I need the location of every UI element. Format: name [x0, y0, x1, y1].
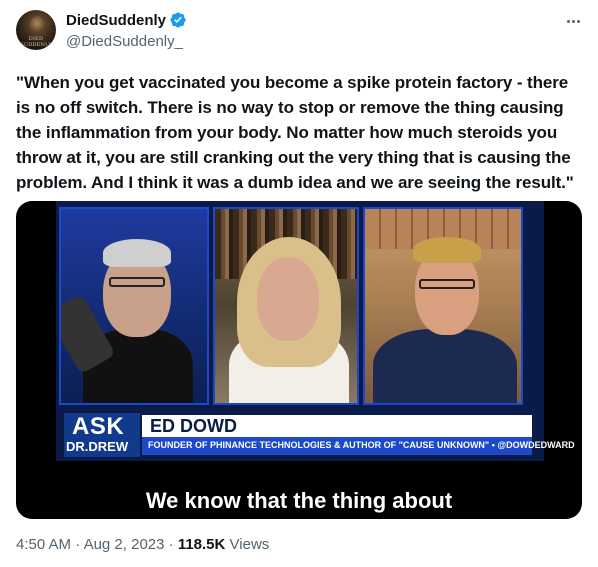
- video-frame: ASK DR.DREW ED DOWD FOUNDER OF PHINANCE …: [56, 201, 575, 461]
- tweet-card: DIED SUDDENLY DiedSuddenly @DiedSuddenly…: [0, 0, 598, 567]
- avatar-figure: [30, 16, 44, 34]
- show-logo-top: ASK: [72, 413, 125, 440]
- avatar-text: DIED SUDDENLY: [20, 36, 52, 48]
- more-options-icon[interactable]: [562, 10, 584, 32]
- views-label: Views: [229, 536, 270, 553]
- meta-separator: ·: [75, 536, 81, 553]
- tweet-text: "When you get vaccinated you become a sp…: [16, 73, 574, 192]
- lower-third-banner: ASK DR.DREW ED DOWD FOUNDER OF PHINANCE …: [56, 409, 575, 461]
- guest-name-bar: ED DOWD: [142, 415, 532, 437]
- tweet-time[interactable]: 4:50 AM: [16, 536, 71, 553]
- tweet-date[interactable]: Aug 2, 2023: [84, 536, 165, 553]
- show-logo: ASK DR.DREW: [64, 413, 140, 457]
- author-name-row: DiedSuddenly: [66, 11, 187, 29]
- guest-title: FOUNDER OF PHINANCE TECHNOLOGIES & AUTHO…: [148, 440, 575, 450]
- guest-name: ED DOWD: [150, 416, 237, 436]
- verified-badge-icon[interactable]: [169, 11, 187, 29]
- video-caption: We know that the thing about: [145, 488, 453, 513]
- views-count[interactable]: 118.5K: [178, 536, 226, 553]
- video-panel-host: [59, 207, 209, 405]
- guest-title-bar: FOUNDER OF PHINANCE TECHNOLOGIES & AUTHO…: [142, 437, 575, 455]
- tweet-meta: 4:50 AM · Aug 2, 2023 · 118.5K Views: [16, 536, 269, 553]
- video-player[interactable]: ASK DR.DREW ED DOWD FOUNDER OF PHINANCE …: [16, 201, 582, 519]
- show-logo-bottom: DR.DREW: [66, 439, 129, 454]
- author-display-name[interactable]: DiedSuddenly: [66, 12, 166, 29]
- author-avatar[interactable]: DIED SUDDENLY: [16, 10, 56, 50]
- video-panel-guest-right: [363, 207, 523, 405]
- meta-separator-2: ·: [168, 536, 174, 553]
- video-panel-guest-center: [213, 207, 359, 405]
- author-handle[interactable]: @DiedSuddenly_: [66, 33, 183, 50]
